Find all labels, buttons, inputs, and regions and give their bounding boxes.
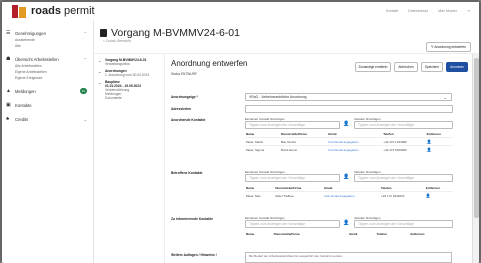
notes-label: Weitere Auflagen / Hinweise / — [171, 253, 217, 257]
inform-contact-search[interactable]: Tippen zum Anzeigen der Vorschläge — [245, 220, 340, 228]
app-logo — [12, 4, 26, 18]
document-icon — [100, 29, 107, 37]
remove-person-icon[interactable]: 👤 — [424, 191, 453, 199]
chevron-down-icon: ⌄ — [83, 116, 87, 122]
page-title: Vorgang M-BVMMV24-6-01 — [111, 27, 240, 39]
remove-person-icon[interactable]: 👤 — [425, 137, 453, 146]
participant-distribution-search[interactable]: Tippen zum Anzeigen der Vorschläge — [354, 174, 453, 182]
credits-icon: ♣ — [6, 115, 10, 122]
contacts-icon: ▣ — [6, 101, 11, 108]
sidebar-subitem-alle[interactable]: Alle — [2, 44, 93, 50]
order-type-label: Anordnungstyp * — [171, 95, 198, 99]
inform-contacts-label: Zu informierende Kontakte — [171, 217, 213, 221]
sidebar-item-genehmigungen[interactable]: ☰ Genehmigungen ⌃ — [2, 28, 93, 38]
inform-distribution-search[interactable]: Tippen zum Anzeigen der Vorschläge — [354, 220, 453, 228]
scrollbar-thumb[interactable] — [474, 58, 479, 218]
sidebar-item-credits[interactable]: ♣ Credits ⌄ — [2, 114, 93, 124]
step-anordnungen[interactable]: ⌄ Anordnungen 1. Anordnung vom 30.04.2024 — [98, 69, 164, 77]
chevron-icon: ⌄ — [98, 69, 102, 74]
warning-icon: ▲ — [6, 87, 11, 94]
chevron-down-icon: ⌄ — [443, 95, 447, 100]
save-button[interactable]: Speichern — [420, 62, 444, 72]
table-row: Meier, Martin Bau GmbH Kein Email angegebe… — [245, 137, 453, 146]
top-bar: roads permit Kontakt Datenschutz Max Mus… — [2, 2, 479, 20]
sidebar-item-arbeitsstellen[interactable]: ☗ Übersicht Arbeitsstellen ⌃ — [2, 54, 93, 64]
main-area: Vorgang M-BVMMV24-6-01 < Zurück Übersich… — [94, 20, 479, 263]
participants-label: Betroffene Kontakte — [171, 171, 203, 175]
notification-badge: 10 — [79, 88, 87, 94]
logout-icon[interactable]: ⇥ — [467, 9, 470, 13]
order-type-select[interactable]: VRaO - Verkehrsrechtliche Anordnung ⌄ — [245, 93, 452, 101]
participants-table: Name Dienststelle/Firma Email Telefon Entfer… — [245, 185, 453, 199]
process-steps: ⌄ Vorgang M-BVMMV24-6-01 Verwaltungsinfos … — [94, 58, 164, 263]
page-header: Vorgang M-BVMMV24-6-01 < Zurück Übersich… — [94, 20, 479, 54]
map-icon: ☗ — [6, 55, 11, 62]
participant-contact-search[interactable]: Tippen zum Anzeigen der Vorschläge — [245, 174, 340, 182]
breadcrumb-back[interactable]: < Zurück Übersicht — [103, 39, 131, 43]
app-window: roads permit Kontakt Datenschutz Max Mus… — [0, 0, 481, 263]
chevron-up-icon: ⌃ — [83, 30, 87, 36]
chevron-icon: ⌄ — [98, 80, 102, 85]
list-icon: ☰ — [6, 29, 11, 36]
table-row: Meier, Max Meier Tiefbau Kein Email angege… — [245, 191, 453, 199]
ordering-contact-search[interactable]: Tippen zum Anzeigen der Vorschläge — [245, 121, 340, 129]
recipients-input[interactable] — [245, 105, 453, 113]
sidebar: ☰ Genehmigungen ⌃ Ausstehende Alle ☗ Übersi… — [2, 20, 94, 263]
remove-person-icon[interactable]: 👤 — [425, 145, 453, 153]
privacy-link[interactable]: Datenschutz — [408, 9, 428, 13]
chevron-icon: ⌄ — [98, 58, 102, 63]
notes-textarea[interactable]: Bei Bedarf der Arbeitsstelle/Ablauf ist … — [245, 252, 452, 263]
submit-order-button[interactable]: Anordnen — [446, 62, 468, 72]
add-person-icon[interactable]: 👤 — [343, 220, 349, 226]
ordering-contacts-label: Anordnende Kontakte — [171, 118, 206, 122]
contact-link[interactable]: Kontakt — [386, 9, 398, 13]
add-person-icon[interactable]: 👤 — [343, 121, 349, 127]
inform-contacts-table: Name Dienststelle/Firma Email Telefon Entfer… — [246, 232, 425, 236]
table-row: Meier, Sigmar Bund Alomo Kein Email angege… — [245, 145, 453, 153]
sidebar-subitem-eigene-ereignisse[interactable]: Eigene Ereignisse — [2, 76, 93, 82]
sidebar-item-kontakte[interactable]: ▣ Kontakte — [2, 100, 93, 110]
determine-responsible-button[interactable]: Zustandige ermitteln — [354, 62, 392, 72]
brand-name: roads permit — [31, 5, 95, 17]
top-links: Kontakt Datenschutz Max Muster ⇥ — [386, 9, 470, 13]
sidebar-item-meldungen[interactable]: ▲ Meldungen 10 — [2, 86, 93, 96]
order-form: Anordnung entwerfen Status ENTWURF Zusta… — [164, 54, 472, 263]
status-label: Status ENTWURF — [171, 72, 197, 76]
step-bauplaene[interactable]: ⌄ Baupläne 01.01.2024 - 19.05.2024 Verkehrs… — [98, 80, 164, 100]
cancel-button[interactable]: Abbrechen — [394, 62, 418, 72]
scrollbar[interactable] — [472, 54, 479, 263]
ordering-contacts-table: Name Dienststelle/Firma Email Telefon Entfer… — [245, 131, 453, 153]
draft-order-button[interactable]: ✎ Anordnung entwerfen — [425, 42, 471, 52]
recipients-label: Adressierten — [171, 107, 192, 111]
step-vorgang[interactable]: ⌄ Vorgang M-BVMMV24-6-01 Verwaltungsinfos — [98, 58, 164, 66]
ordering-distribution-search[interactable]: Tippen zum Anzeigen der Vorschläge — [354, 121, 453, 129]
add-person-icon[interactable]: 👤 — [343, 174, 349, 180]
form-title: Anordnung entwerfen — [171, 59, 248, 68]
chevron-up-icon: ⌃ — [83, 56, 87, 62]
user-menu[interactable]: Max Muster — [438, 9, 457, 13]
